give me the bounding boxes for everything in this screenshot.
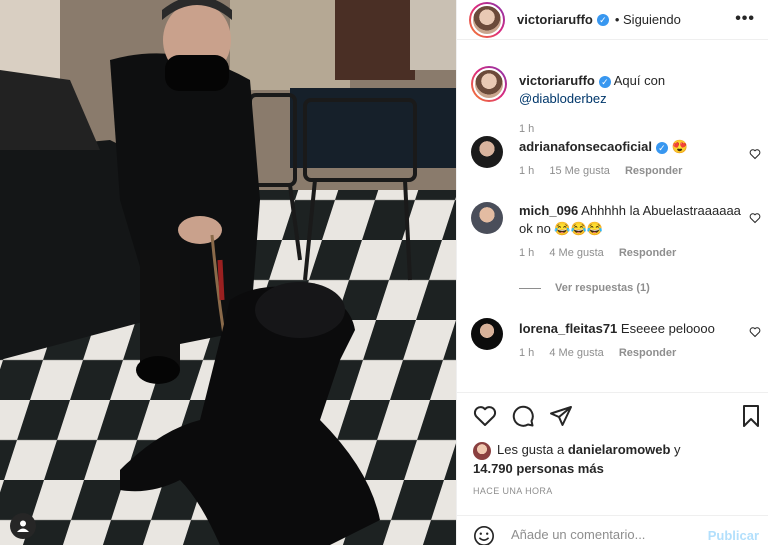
verified-badge-icon: ✓ [655,141,668,154]
comment-username[interactable]: lorena_fleitas71 [519,321,617,336]
comment-username[interactable]: mich_096 [519,203,578,218]
comment-item: adrianafonsecaoficial ✓ 😍 1 h 15 Me gusta… [471,136,761,196]
liker-avatar[interactable] [473,441,491,460]
comment-text: Eseeee peloooo [620,321,715,336]
follow-status-label[interactable]: Siguiendo [623,12,681,27]
comment-body: lorena_fleitas71 Eseeee peloooo 1 h 4 Me… [519,320,747,362]
comment-likes[interactable]: 4 Me gusta [549,247,603,259]
caption-mention[interactable]: @diabloderbez [519,91,607,106]
verified-badge-icon: ✓ [598,75,611,88]
comment-avatar[interactable] [471,136,503,168]
reply-button[interactable]: Responder [625,165,682,177]
post-actions [457,392,768,440]
reply-button[interactable]: Responder [619,247,676,259]
comment-time: 1 h [519,247,535,259]
author-avatar[interactable] [469,1,505,38]
comment-meta: 1 h 15 Me gusta Responder [519,162,747,180]
comments-list[interactable]: victoriaruffo ✓ Aquí con @diabloderbez 1 … [457,48,768,390]
comment-text: 😍 [671,139,688,154]
comment-time: 1 h [519,165,535,177]
heart-icon[interactable] [749,326,761,338]
publish-button[interactable]: Publicar [708,528,759,543]
share-icon[interactable] [549,404,573,428]
heart-icon[interactable] [473,404,497,428]
comment-item: mich_096 Ahhhhh la Abuelastraaaaaa ok no… [471,202,761,266]
author-username[interactable]: victoriaruffo [517,12,593,27]
comment-likes[interactable]: 15 Me gusta [549,165,610,177]
liker-username[interactable]: danielaromoweb [568,442,671,457]
view-replies-button[interactable]: Ver respuestas (1) [519,282,650,294]
divider-line [519,287,541,289]
more-options-icon[interactable]: ••• [735,10,755,28]
view-replies-label[interactable]: Ver respuestas (1) [555,282,650,294]
post-photo[interactable] [0,0,456,545]
comment-username[interactable]: adrianafonsecaoficial [519,139,652,154]
user-icon[interactable] [10,513,36,539]
heart-icon[interactable] [749,148,761,160]
caption-text: Aquí con [613,73,666,88]
comment-icon[interactable] [511,404,535,428]
comment-meta: 1 h 4 Me gusta Responder [519,244,747,262]
follow-status[interactable]: • Siguiendo [615,12,681,27]
comment-body: mich_096 Ahhhhh la Abuelastraaaaaa ok no… [519,202,747,262]
photo-scene [0,0,456,545]
comment-meta: 1 h 4 Me gusta Responder [519,344,747,362]
comment-time: 1 h [519,347,535,359]
likes-summary: Les gusta a danielaromoweb y 14.790 pers… [473,441,763,478]
emoji-icon[interactable] [473,525,495,545]
bookmark-icon[interactable] [739,404,763,428]
comment-item: lorena_fleitas71 Eseeee peloooo 1 h 4 Me… [471,318,761,368]
post-header: victoriaruffo ✓ • Siguiendo ••• [457,0,768,40]
comment-input[interactable] [511,524,701,544]
comment-body: adrianafonsecaoficial ✓ 😍 1 h 15 Me gusta… [519,138,747,180]
verified-badge-icon: ✓ [596,13,609,26]
post-timestamp: HACE UNA HORA [473,486,553,496]
comment-likes[interactable]: 4 Me gusta [549,347,603,359]
comment-avatar[interactable] [471,202,503,234]
likes-mid: y [674,442,681,457]
caption-body: victoriaruffo ✓ Aquí con @diabloderbez 1 … [519,72,747,138]
caption-time: 1 h [519,123,535,135]
likes-prefix: Les gusta a [497,442,565,457]
caption: victoriaruffo ✓ Aquí con @diabloderbez 1 … [471,66,761,135]
comment-composer: Publicar [457,515,768,545]
caption-username[interactable]: victoriaruffo [519,73,595,88]
reply-button[interactable]: Responder [619,347,676,359]
likes-count[interactable]: 14.790 personas más [473,461,604,476]
post-side-panel: victoriaruffo ✓ • Siguiendo ••• victoria… [456,0,768,545]
caption-avatar[interactable] [471,66,507,102]
comment-avatar[interactable] [471,318,503,350]
heart-icon[interactable] [749,212,761,224]
